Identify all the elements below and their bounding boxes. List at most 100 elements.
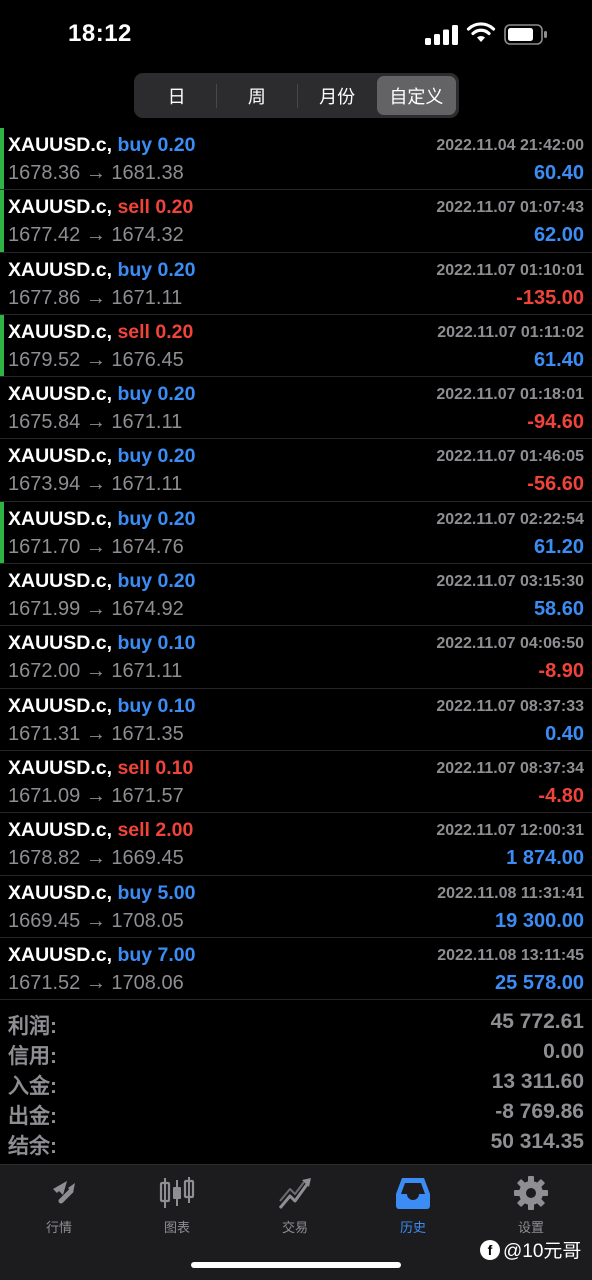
trade-volume: 0.20 (157, 383, 196, 406)
period-day-tab[interactable]: 日 (137, 76, 216, 115)
trade-side: buy (117, 943, 153, 966)
summary-row: 入金: 13 311.60 (0, 1068, 592, 1098)
history-icon (396, 1178, 430, 1209)
trade-row[interactable]: XAUUSD.c, sell 0.10 2022.11.07 08:37:34 16… (0, 751, 592, 814)
trade-header: XAUUSD.c, buy 0.20 (8, 570, 196, 593)
trade-row[interactable]: XAUUSD.c, buy 0.20 2022.11.07 01:46:05 167… (0, 439, 592, 502)
trade-profit: 1 874.00 (506, 847, 584, 870)
trade-profit: 61.40 (533, 348, 584, 371)
trade-prices: 1671.70 → 1674.76 (8, 535, 184, 558)
trade-symbol: XAUUSD.c, (8, 507, 113, 530)
trade-time: 2022.11.07 03:15:30 (436, 573, 584, 591)
trade-header: XAUUSD.c, sell 2.00 (8, 819, 193, 842)
trade-symbol: XAUUSD.c, (8, 694, 113, 717)
tab-chart-label: 图表 (163, 1220, 190, 1235)
trade-history-list: XAUUSD.c, buy 0.20 2022.11.04 21:42:00 167… (0, 128, 592, 1001)
summary-label: 入金: (8, 1075, 57, 1098)
trade-time: 2022.11.07 01:10:01 (436, 261, 584, 279)
tab-quotes[interactable]: 行情 (0, 1175, 118, 1239)
trade-volume: 5.00 (157, 881, 196, 904)
trade-profit: -94.60 (527, 411, 584, 434)
watermark-text: @10元哥 (503, 1241, 582, 1262)
trade-row[interactable]: XAUUSD.c, sell 0.20 2022.11.07 01:07:43 16… (0, 190, 592, 253)
trade-side: buy (117, 694, 153, 717)
trade-prices: 1678.82 → 1669.45 (8, 847, 184, 870)
summary-row: 结余: 50 314.35 (0, 1128, 592, 1158)
summary-value: 50 314.35 (490, 1130, 584, 1153)
trade-row[interactable]: XAUUSD.c, buy 0.20 2022.11.07 03:15:30 167… (0, 564, 592, 627)
tab-trade[interactable]: 交易 (236, 1175, 354, 1239)
trade-row[interactable]: XAUUSD.c, buy 0.10 2022.11.07 04:06:50 167… (0, 626, 592, 689)
trade-marker (0, 190, 4, 252)
trade-profit: 19 300.00 (495, 909, 584, 932)
trade-row[interactable]: XAUUSD.c, buy 0.20 2022.11.07 02:22:54 167… (0, 501, 592, 565)
trade-side: buy (117, 632, 153, 655)
home-indicator[interactable] (191, 1262, 401, 1268)
trade-side: sell (117, 320, 150, 343)
trade-icon (278, 1178, 311, 1209)
trade-row[interactable]: XAUUSD.c, buy 0.20 2022.11.04 21:42:00 167… (0, 128, 592, 191)
tab-settings[interactable]: 设置 (472, 1175, 590, 1239)
trade-side: sell (117, 196, 150, 219)
trade-side: buy (117, 134, 153, 156)
trade-volume: 0.20 (155, 320, 194, 343)
summary-value: -8 769.86 (495, 1100, 584, 1123)
trade-time: 2022.11.07 08:37:34 (436, 759, 584, 777)
trade-time: 2022.11.08 13:11:45 (437, 946, 584, 964)
tab-trade-label: 交易 (281, 1220, 308, 1235)
tab-chart[interactable]: 图表 (118, 1175, 236, 1239)
summary-value: 45 772.61 (490, 1010, 584, 1033)
trade-header: XAUUSD.c, buy 7.00 (8, 944, 196, 967)
trade-time: 2022.11.07 04:06:50 (436, 635, 584, 653)
trade-row[interactable]: XAUUSD.c, sell 2.00 2022.11.07 12:00:31 16… (0, 813, 592, 876)
trade-header: XAUUSD.c, buy 0.20 (8, 134, 196, 157)
trade-prices: 1669.45 → 1708.05 (8, 909, 184, 932)
trade-prices: 1673.94 → 1671.11 (8, 473, 183, 496)
trade-volume: 0.10 (157, 694, 196, 717)
trade-profit: -135.00 (516, 286, 584, 309)
trade-symbol: XAUUSD.c, (8, 881, 113, 904)
trade-volume: 0.20 (157, 507, 196, 530)
trade-time: 2022.11.04 21:42:00 (436, 137, 584, 154)
trade-time: 2022.11.07 01:11:02 (437, 323, 584, 341)
trade-symbol: XAUUSD.c, (8, 756, 113, 779)
summary-label: 信用: (8, 1045, 57, 1068)
trade-row[interactable]: XAUUSD.c, sell 0.20 2022.11.07 01:11:02 16… (0, 314, 592, 378)
trade-time: 2022.11.07 01:18:01 (436, 386, 584, 404)
period-custom-tab[interactable]: 自定义 (376, 76, 456, 115)
trade-prices: 1671.52 → 1708.06 (8, 971, 184, 994)
trade-volume: 0.20 (157, 258, 196, 281)
trade-symbol: XAUUSD.c, (8, 570, 113, 593)
trade-symbol: XAUUSD.c, (8, 134, 113, 156)
summary-value: 13 311.60 (491, 1070, 584, 1093)
trade-volume: 0.20 (155, 196, 194, 219)
trade-row[interactable]: XAUUSD.c, buy 0.20 2022.11.07 01:10:01 167… (0, 253, 592, 315)
trade-time: 2022.11.08 11:31:41 (437, 884, 584, 902)
trade-profit: -4.80 (538, 784, 584, 807)
trade-prices: 1671.09 → 1671.57 (8, 784, 184, 807)
trade-symbol: XAUUSD.c, (8, 320, 113, 343)
trade-symbol: XAUUSD.c, (8, 383, 113, 406)
trade-profit: 0.40 (545, 722, 584, 745)
trade-header: XAUUSD.c, buy 5.00 (8, 882, 196, 905)
trade-row[interactable]: XAUUSD.c, buy 0.10 2022.11.07 08:37:33 167… (0, 689, 592, 751)
trade-side: sell (117, 756, 150, 779)
tab-history[interactable]: 历史 (354, 1175, 472, 1239)
trade-time: 2022.11.07 12:00:31 (436, 822, 584, 840)
watermark-logo-icon: f (480, 1239, 500, 1260)
trade-side: buy (117, 881, 153, 904)
cellular-signal-icon (425, 25, 458, 45)
trade-row[interactable]: XAUUSD.c, buy 7.00 2022.11.08 13:11:45 167… (0, 938, 592, 1001)
period-month-tab[interactable]: 月份 (298, 76, 377, 115)
trade-volume: 7.00 (157, 943, 196, 966)
period-week-tab[interactable]: 周 (217, 76, 296, 115)
trade-profit: 60.40 (533, 162, 584, 184)
account-summary: 利润: 45 772.61 信用: 0.00 入金: 13 311.60 出金: -8 769… (0, 1008, 592, 1158)
trade-row[interactable]: XAUUSD.c, buy 0.20 2022.11.07 01:18:01 167… (0, 377, 592, 440)
chart-icon (159, 1177, 195, 1208)
trade-marker (0, 314, 4, 377)
trade-prices: 1677.42 → 1674.32 (8, 224, 184, 247)
trade-side: buy (117, 258, 153, 281)
trade-row[interactable]: XAUUSD.c, buy 5.00 2022.11.08 11:31:41 166… (0, 876, 592, 938)
summary-row: 出金: -8 769.86 (0, 1098, 592, 1128)
